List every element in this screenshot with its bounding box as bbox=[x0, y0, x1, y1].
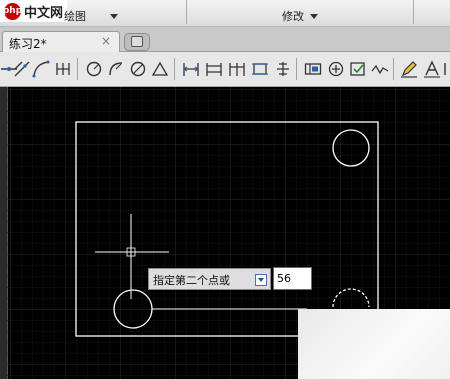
toolbar-separator bbox=[296, 58, 297, 80]
blurred-region bbox=[298, 309, 450, 379]
circle-tool-icon[interactable] bbox=[85, 60, 103, 78]
edit-dimension-icon[interactable] bbox=[400, 60, 418, 78]
watermark-text: 中文网 bbox=[24, 5, 64, 21]
chevron-down-icon[interactable] bbox=[110, 13, 118, 19]
ribbon-group-draw-label: 绘图 bbox=[64, 10, 86, 23]
diameter-icon[interactable] bbox=[129, 60, 147, 78]
tab-drawing-label: 练习2* bbox=[9, 37, 47, 51]
linear-dimension-icon[interactable] bbox=[182, 60, 200, 78]
dynamic-input-prompt: 指定第二个点或 bbox=[148, 268, 271, 290]
toolbar-separator bbox=[174, 58, 175, 80]
new-drawing-icon bbox=[131, 36, 143, 47]
ribbon-group-modify-label: 修改 bbox=[282, 10, 304, 23]
new-drawing-tab-button[interactable] bbox=[124, 33, 150, 51]
construction-line-icon[interactable] bbox=[13, 60, 31, 78]
baseline-dimension-icon[interactable] bbox=[205, 60, 223, 78]
ribbon-panel-bar: php 中文网 绘图 修改 bbox=[0, 0, 450, 27]
close-icon[interactable]: × bbox=[101, 34, 111, 48]
drawing-canvas[interactable]: 指定第二个点或 56 bbox=[0, 87, 450, 379]
radius-icon[interactable] bbox=[107, 60, 125, 78]
toolbar-separator bbox=[77, 58, 78, 80]
ribbon-group-draw[interactable]: 绘图 bbox=[64, 8, 118, 24]
dimension-space-icon[interactable] bbox=[251, 60, 269, 78]
dimension-icon[interactable] bbox=[54, 60, 72, 78]
arc-icon[interactable] bbox=[32, 60, 50, 78]
center-mark-icon[interactable] bbox=[327, 60, 345, 78]
tolerance-icon[interactable] bbox=[304, 60, 322, 78]
dynamic-input-value-field[interactable]: 56 bbox=[273, 267, 312, 290]
dimension-update-icon[interactable] bbox=[444, 60, 450, 78]
jogged-linear-icon[interactable] bbox=[371, 60, 389, 78]
continue-dimension-icon[interactable] bbox=[228, 60, 246, 78]
prompt-options-arrow-icon[interactable] bbox=[255, 274, 267, 286]
prompt-text: 指定第二个点或 bbox=[153, 274, 230, 287]
dynamic-input-value: 56 bbox=[277, 272, 291, 285]
chevron-down-icon[interactable] bbox=[310, 13, 318, 19]
dimension-break-icon[interactable] bbox=[274, 60, 292, 78]
php-logo: php bbox=[3, 2, 22, 20]
ribbon-separator bbox=[413, 0, 414, 24]
toolbar-separator bbox=[393, 58, 394, 80]
inspect-icon[interactable] bbox=[349, 60, 367, 78]
edit-dimension-text-icon[interactable] bbox=[423, 60, 441, 78]
site-watermark: php 中文网 bbox=[0, 0, 68, 22]
document-tab-bar: 练习2* × bbox=[0, 27, 450, 52]
tab-drawing[interactable]: 练习2* × bbox=[2, 31, 120, 52]
angular-dimension-icon[interactable] bbox=[151, 60, 169, 78]
drawing-toolbar bbox=[0, 52, 450, 87]
ribbon-group-modify[interactable]: 修改 bbox=[282, 8, 318, 24]
ribbon-separator bbox=[186, 0, 187, 24]
